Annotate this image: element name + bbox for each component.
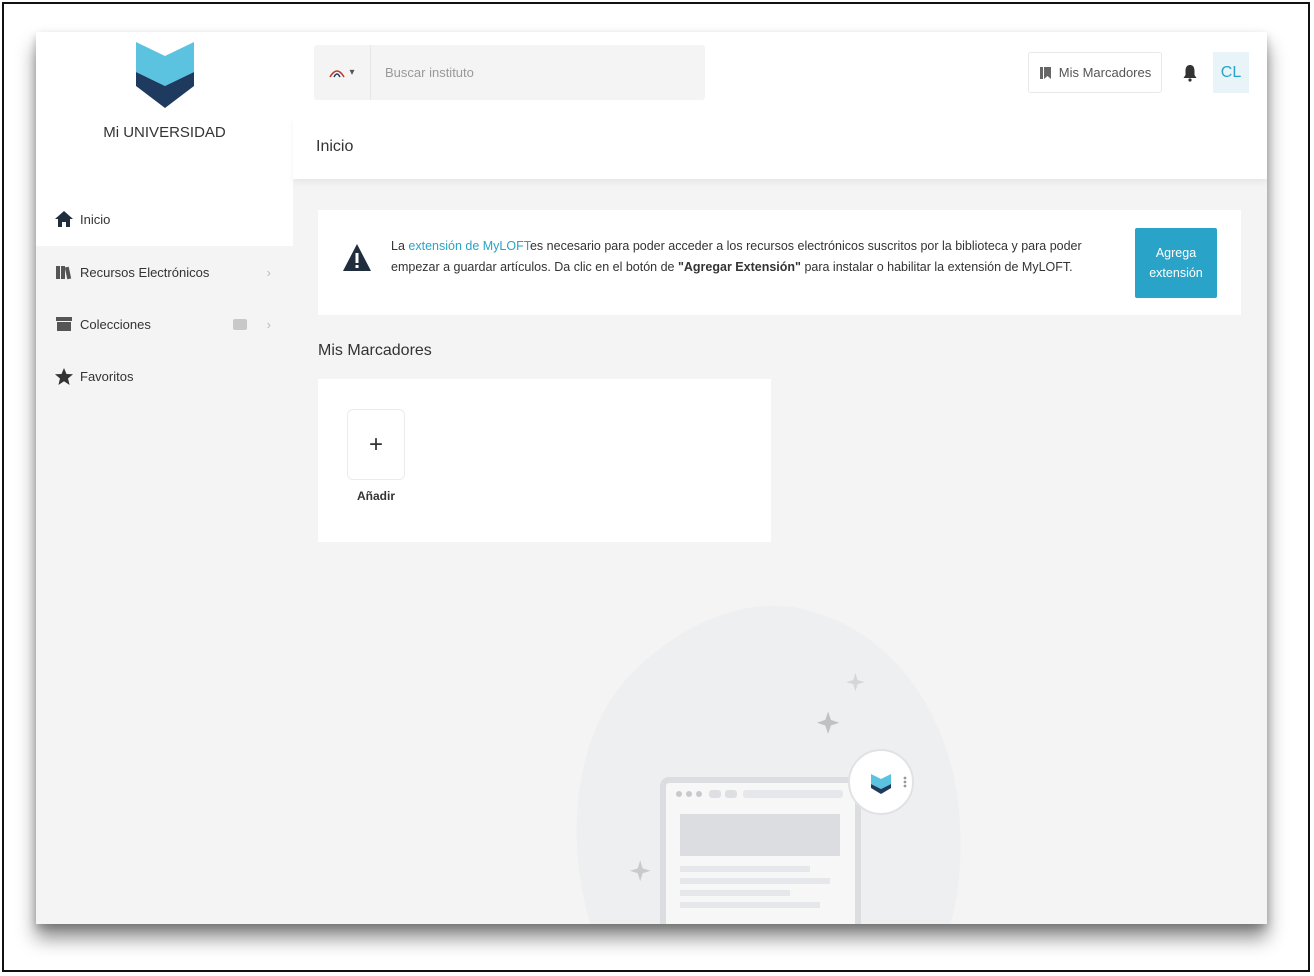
bookmarks-card: + Añadir xyxy=(318,379,771,542)
bell-icon[interactable] xyxy=(1180,62,1200,84)
user-avatar[interactable]: CL xyxy=(1213,52,1249,93)
alert-text-suffix: para instalar o habilitar la extensión d… xyxy=(800,260,1073,274)
chevron-right-icon: › xyxy=(266,316,271,332)
chevron-down-icon: ▾ xyxy=(349,67,355,78)
university-logo[interactable] xyxy=(136,42,194,108)
add-folder-icon[interactable] xyxy=(233,318,247,330)
app-window: Mi UNIVERSIDAD Inicio Recursos Electróni… xyxy=(36,32,1267,924)
sidebar-item-recursos-electronicos[interactable]: Recursos Electrónicos › xyxy=(36,246,293,298)
sidebar-item-label: Colecciones xyxy=(80,316,151,332)
chevron-right-icon: › xyxy=(266,264,271,280)
extension-illustration xyxy=(576,605,961,924)
sidebar-item-label: Inicio xyxy=(80,211,111,227)
bookmarks-icon xyxy=(1039,66,1051,79)
search-input[interactable] xyxy=(371,44,687,101)
sidebar-item-label: Recursos Electrónicos xyxy=(80,264,210,280)
add-extension-button[interactable]: Agrega extensión xyxy=(1135,228,1217,298)
alert-text-bold: "Agregar Extensión" xyxy=(677,260,801,274)
extension-alert: La extensión de MyLOFTes necesario para … xyxy=(318,210,1241,315)
sidebar: Mi UNIVERSIDAD Inicio Recursos Electróni… xyxy=(36,32,293,924)
books-icon xyxy=(54,263,74,281)
top-bar: ▾ Mis Marcadores CL xyxy=(293,32,1267,117)
add-bookmark-button[interactable]: + xyxy=(347,409,405,480)
sidebar-item-favoritos[interactable]: Favoritos xyxy=(36,350,293,402)
bookmarks-button[interactable]: Mis Marcadores xyxy=(1028,52,1162,93)
arc-logo-icon xyxy=(329,69,346,77)
brand-area: Mi UNIVERSIDAD xyxy=(36,32,293,192)
sidebar-item-label: Favoritos xyxy=(80,368,134,384)
page-title: Inicio xyxy=(316,138,354,155)
search-bar: ▾ xyxy=(314,44,705,101)
warning-icon xyxy=(343,244,371,271)
main-content: ▾ Mis Marcadores CL Inicio xyxy=(293,32,1267,924)
page-header: Inicio xyxy=(293,117,1267,179)
extension-link[interactable]: extensión de MyLOFT xyxy=(408,239,530,253)
star-icon xyxy=(54,367,74,385)
add-bookmark-label: Añadir xyxy=(356,489,395,503)
bookmarks-button-label: Mis Marcadores xyxy=(1058,65,1152,80)
alert-message: La extensión de MyLOFTes necesario para … xyxy=(391,236,1121,278)
sidebar-item-inicio[interactable]: Inicio xyxy=(36,192,293,246)
folder-icon xyxy=(54,315,74,333)
sidebar-item-colecciones[interactable]: Colecciones › xyxy=(36,298,293,350)
alert-text-prefix: La xyxy=(391,239,409,253)
sidebar-nav: Inicio Recursos Electrónicos › Coleccion… xyxy=(36,192,293,402)
search-scope-selector[interactable]: ▾ xyxy=(314,45,371,100)
bookmarks-section-title: Mis Marcadores xyxy=(318,342,432,359)
home-icon xyxy=(54,210,74,228)
brand-name: Mi UNIVERSIDAD xyxy=(103,124,226,141)
